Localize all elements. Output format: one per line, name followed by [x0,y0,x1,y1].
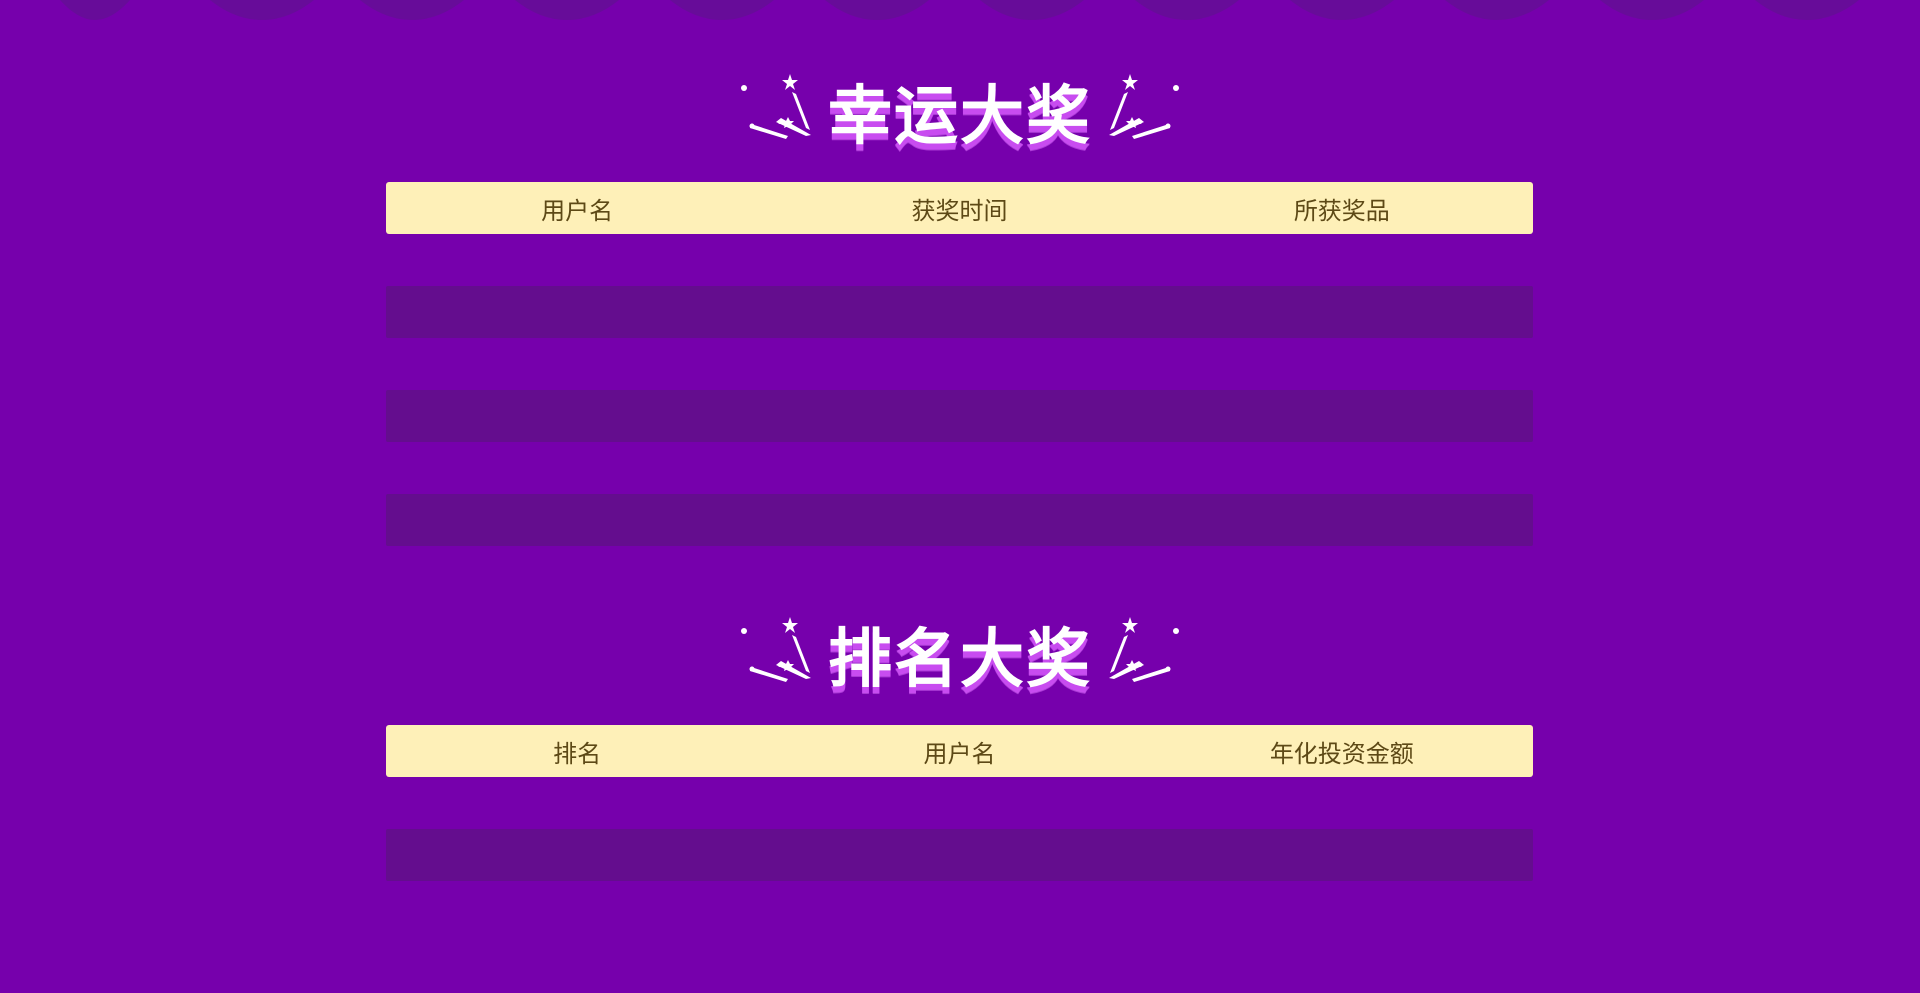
firework-icon [1109,74,1179,139]
scallop-border [0,0,1920,24]
table-row [386,286,1533,338]
column-header-investment-amount: 年化投资金额 [1269,739,1414,768]
ranking-prizes-heading: 排名大奖 [828,623,1092,697]
column-header-username: 用户名 [923,739,996,768]
firework-icon [741,617,811,682]
table-row [386,234,1533,286]
column-header-rank: 排名 [553,739,602,768]
table-row [386,390,1533,442]
firework-icon [1109,617,1179,682]
table-row [386,829,1533,881]
table-row [386,338,1533,390]
table-header: 用户名 获奖时间 所获奖品 [386,182,1533,234]
column-header-username: 用户名 [541,196,614,225]
table-header: 排名 用户名 年化投资金额 [386,725,1533,777]
ranking-prizes-title: 排名大奖 [740,613,1180,703]
lucky-prizes-heading: 幸运大奖 [828,80,1092,154]
firework-icon [741,74,811,139]
lucky-prizes-title: 幸运大奖 [740,70,1180,160]
table-row [386,442,1533,494]
table-row [386,494,1533,546]
table-row [386,777,1533,829]
column-header-award-time: 获奖时间 [911,196,1008,225]
lucky-prizes-table: 用户名 获奖时间 所获奖品 [386,182,1533,546]
column-header-prize: 所获奖品 [1293,196,1390,225]
ranking-prizes-table: 排名 用户名 年化投资金额 [386,725,1533,881]
